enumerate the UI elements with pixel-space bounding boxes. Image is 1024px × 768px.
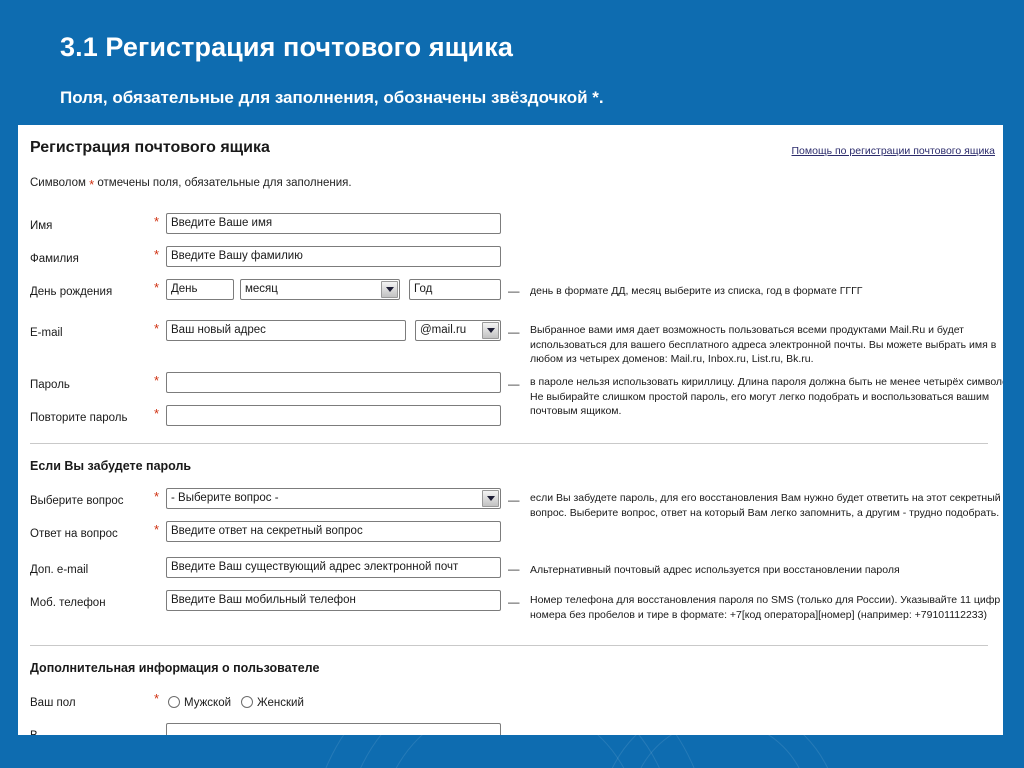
label-mobile: Моб. телефон (30, 597, 106, 609)
select-secret-question[interactable]: - Выберите вопрос - (166, 488, 501, 509)
required-marker: * (154, 214, 160, 229)
input-partial-clipped[interactable] (166, 723, 501, 735)
select-secret-question-value: - Выберите вопрос - (171, 492, 279, 504)
label-secret-question: Выберите вопрос (30, 495, 124, 507)
slide-background: 3.1 Регистрация почтового ящика Поля, об… (0, 0, 1024, 768)
row-last-name: Фамилия * Введите Вашу фамилию (18, 246, 1003, 272)
input-mobile[interactable]: Введите Ваш мобильный телефон (166, 590, 501, 611)
input-password[interactable] (166, 372, 501, 393)
required-marker: * (154, 321, 160, 336)
row-partial-clipped: В (18, 723, 1003, 735)
chevron-down-icon[interactable] (482, 490, 499, 507)
hint-birthday: день в формате ДД, месяц выберите из спи… (530, 285, 863, 297)
section-header-extra-info: Дополнительная информация о пользователе (30, 661, 320, 675)
radio-gender-female[interactable] (241, 696, 254, 708)
select-birth-month-value: месяц (245, 283, 278, 295)
separator-dash: — (508, 564, 520, 576)
form-title: Регистрация почтового ящика (30, 139, 270, 156)
slide-subtitle: Поля, обязательные для заполнения, обозн… (60, 88, 604, 107)
help-link[interactable]: Помощь по регистрации почтового ящика (792, 145, 996, 157)
select-birth-month[interactable]: месяц (240, 279, 400, 300)
input-birth-year[interactable]: Год (409, 279, 501, 300)
label-birthday: День рождения (30, 286, 113, 298)
radio-gender-male[interactable] (168, 696, 180, 708)
label-gender: Ваш пол (30, 697, 76, 709)
input-alt-email[interactable]: Введите Ваш существующий адрес электронн… (166, 557, 501, 578)
row-secret-question: Выберите вопрос * - Выберите вопрос - — … (18, 488, 1003, 519)
label-email: E-mail (30, 327, 63, 339)
row-alt-email: Доп. e-mail Введите Ваш существующий адр… (18, 557, 1003, 583)
label-password: Пароль (30, 379, 70, 391)
section-divider (30, 645, 988, 646)
select-email-domain-value: @mail.ru (420, 324, 467, 336)
separator-dash: — (508, 286, 520, 298)
input-secret-answer[interactable]: Введите ответ на секретный вопрос (166, 521, 501, 542)
row-secret-answer: Ответ на вопрос * Введите ответ на секре… (18, 521, 1003, 547)
label-last-name: Фамилия (30, 253, 79, 265)
separator-dash: — (508, 495, 520, 507)
required-note-prefix: Символом (30, 177, 86, 189)
row-mobile: Моб. телефон Введите Ваш мобильный телеф… (18, 590, 1003, 621)
registration-form-panel: Регистрация почтового ящика Помощь по ре… (18, 125, 1003, 735)
required-marker: * (154, 280, 160, 295)
gender-radio-group: Мужской Женский (168, 690, 314, 716)
hint-email: Выбранное вами имя дает возможность поль… (530, 324, 997, 365)
required-marker: * (154, 247, 160, 262)
select-email-domain[interactable]: @mail.ru (415, 320, 501, 341)
label-password-repeat: Повторите пароль (30, 412, 128, 424)
row-email: E-mail * Ваш новый адрес @mail.ru — Выбр… (18, 320, 1003, 365)
slide-title: 3.1 Регистрация почтового ящика (60, 32, 513, 62)
section-header-forgot-password: Если Вы забудете пароль (30, 459, 192, 473)
row-gender: Ваш пол * Мужской Женский (18, 690, 1003, 716)
required-marker: * (154, 522, 160, 537)
required-note-suffix: отмечены поля, обязательные для заполнен… (97, 177, 352, 189)
row-password-repeat: Повторите пароль * (18, 405, 1003, 431)
section-divider (30, 443, 988, 444)
chevron-down-icon[interactable] (482, 322, 499, 339)
separator-dash: — (508, 379, 520, 391)
required-marker: * (154, 373, 160, 388)
label-alt-email: Доп. e-mail (30, 564, 89, 576)
required-marker: * (154, 489, 160, 504)
input-birth-day[interactable]: День (166, 279, 234, 300)
input-email[interactable]: Ваш новый адрес (166, 320, 406, 341)
input-last-name[interactable]: Введите Вашу фамилию (166, 246, 501, 267)
required-marker: * (154, 406, 160, 421)
separator-dash: — (508, 597, 520, 609)
label-partial-clipped: В (30, 723, 38, 735)
label-gender-female[interactable]: Женский (257, 697, 304, 709)
row-birthday: День рождения * День месяц Год — день в … (18, 279, 1003, 305)
asterisk-icon: * (89, 177, 95, 192)
label-first-name: Имя (30, 220, 53, 232)
hint-secret-question: если Вы забудете пароль, для его восстан… (530, 492, 1001, 519)
label-secret-answer: Ответ на вопрос (30, 528, 118, 540)
hint-mobile: Номер телефона для восстановления пароля… (530, 594, 1001, 621)
row-first-name: Имя * Введите Ваше имя (18, 213, 1003, 239)
separator-dash: — (508, 327, 520, 339)
input-first-name[interactable]: Введите Ваше имя (166, 213, 501, 234)
row-password: Пароль * — в пароле нельзя использовать … (18, 372, 1003, 417)
required-note: Символом * отмечены поля, обязательные д… (30, 177, 352, 192)
required-marker: * (154, 691, 160, 706)
chevron-down-icon[interactable] (381, 281, 398, 298)
input-password-repeat[interactable] (166, 405, 501, 426)
hint-alt-email: Альтернативный почтовый адрес использует… (530, 564, 900, 576)
label-gender-male[interactable]: Мужской (184, 697, 231, 709)
